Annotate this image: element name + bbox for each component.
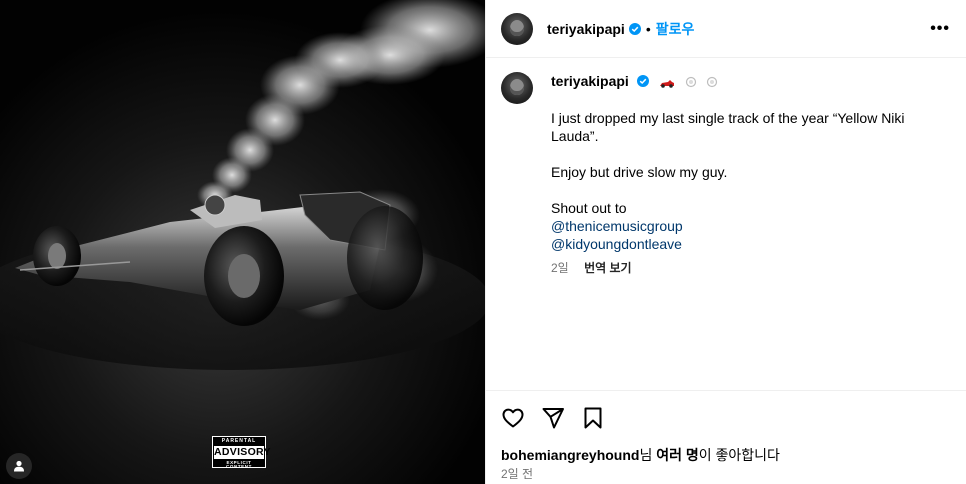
- author-username[interactable]: teriyakipapi: [547, 21, 625, 37]
- advisory-main-text: ADVISORY: [214, 446, 271, 459]
- save-bookmark-icon[interactable]: [581, 406, 605, 430]
- advisory-bottom-text: EXPLICIT CONTENT: [226, 459, 252, 469]
- verified-badge-icon: [636, 75, 649, 87]
- post-image[interactable]: PARENTAL ADVISORY EXPLICIT CONTENT: [0, 0, 485, 484]
- caption-text: I just dropped my last single track of t…: [551, 109, 950, 253]
- user-icon: [14, 460, 24, 472]
- action-icons: [486, 391, 966, 431]
- caption: teriyakipapi I just dropped my last sing…: [501, 72, 950, 277]
- caption-avatar[interactable]: [501, 72, 533, 104]
- caption-line: I just dropped my last single track of t…: [551, 110, 905, 144]
- dash-icon: [707, 76, 718, 88]
- post-actions: bohemiangreyhound님 여러 명이 좋아합니다 2일 전: [486, 390, 966, 481]
- caption-line: Shout out to: [551, 200, 627, 216]
- share-send-icon[interactable]: [541, 406, 565, 430]
- race-car-icon: [659, 80, 674, 88]
- post-details-panel: teriyakipapi • 팔로우 ••• teriyakipapi I ju…: [485, 0, 966, 484]
- advisory-top-text: PARENTAL: [221, 438, 257, 444]
- caption-body: teriyakipapi I just dropped my last sing…: [551, 72, 950, 277]
- likes-text: 님: [639, 447, 657, 463]
- tagged-users-button[interactable]: [6, 453, 32, 479]
- parental-advisory-label: PARENTAL ADVISORY EXPLICIT CONTENT: [212, 436, 271, 469]
- instagram-post-view: PARENTAL ADVISORY EXPLICIT CONTENT teriy…: [0, 0, 966, 484]
- see-translation-button[interactable]: 번역 보기: [584, 261, 632, 275]
- like-heart-icon[interactable]: [501, 406, 525, 430]
- liked-by-username[interactable]: bohemiangreyhound: [501, 447, 639, 463]
- f1-car-artwork: [0, 0, 485, 484]
- caption-age: 2일: [551, 261, 569, 275]
- caption-username[interactable]: teriyakipapi: [551, 73, 629, 89]
- post-header: teriyakipapi • 팔로우 •••: [486, 0, 966, 58]
- likes-text: 이 좋아합니다: [698, 447, 780, 463]
- likes-others-link[interactable]: 여러 명: [656, 447, 699, 463]
- follow-button[interactable]: 팔로우: [656, 19, 695, 39]
- more-options-icon[interactable]: •••: [930, 20, 950, 38]
- dash-icon: [685, 76, 696, 88]
- avatar[interactable]: [501, 12, 533, 45]
- post-timestamp[interactable]: 2일 전: [501, 465, 533, 482]
- separator-dot: •: [645, 20, 651, 37]
- mention-link[interactable]: @thenicemusicgroup: [551, 218, 683, 234]
- likes-summary: bohemiangreyhound님 여러 명이 좋아합니다: [501, 445, 780, 465]
- verified-badge-icon: [628, 22, 641, 35]
- caption-meta: 2일 번역 보기: [551, 259, 950, 277]
- mention-link[interactable]: @kidyoungdontleave: [551, 236, 682, 252]
- caption-line: Enjoy but drive slow my guy.: [551, 164, 728, 180]
